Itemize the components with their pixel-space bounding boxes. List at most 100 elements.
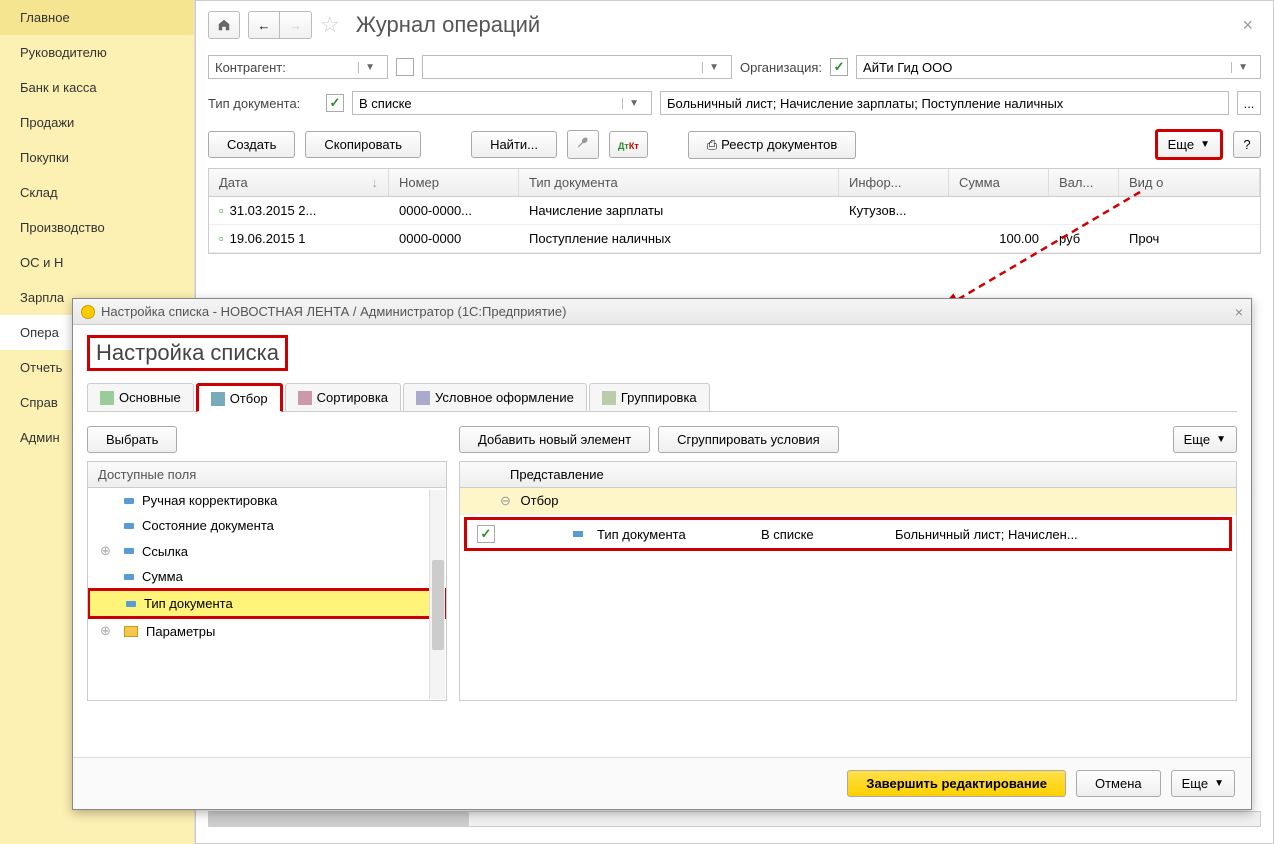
sidebar-item-main[interactable]: Главное [0, 0, 194, 35]
group-conditions-button[interactable]: Сгруппировать условия [658, 426, 839, 453]
col-doctype[interactable]: Тип документа [519, 169, 839, 196]
field-icon [124, 523, 134, 529]
more-button[interactable]: Еще▼ [1155, 129, 1223, 160]
col-date[interactable]: Дата ↓ [209, 169, 389, 196]
page-title: Журнал операций [356, 12, 540, 38]
filter-root-row[interactable]: ⊖ Отбор [460, 488, 1236, 515]
doctype-checkbox[interactable] [326, 94, 344, 112]
toolbar: Создать Скопировать Найти... ДтКт ⎙Реест… [196, 121, 1273, 168]
chevron-down-icon[interactable]: ▼ [358, 62, 381, 73]
dialog-body: Настройка списка Основные Отбор Сортиров… [73, 325, 1251, 711]
col-kind[interactable]: Вид о [1119, 169, 1260, 196]
filter-condition-row[interactable]: Тип документа В списке Больничный лист; … [464, 517, 1232, 551]
create-button[interactable]: Создать [208, 131, 295, 158]
dialog-close-icon[interactable]: × [1235, 304, 1243, 320]
doctype-value-field[interactable]: Больничный лист; Начисление зарплаты; По… [660, 91, 1229, 115]
list-item[interactable]: ⊕Ссылка [88, 538, 446, 564]
close-icon[interactable]: × [1234, 15, 1261, 36]
chevron-down-icon[interactable]: ▼ [622, 98, 645, 109]
cancel-button[interactable]: Отмена [1076, 770, 1161, 797]
help-button[interactable]: ? [1233, 131, 1261, 158]
doctype-label: Тип документа: [208, 96, 318, 111]
home-button[interactable] [208, 11, 240, 39]
filter-row-1: Контрагент: ▼ ▼ Организация: АйТи Гид ОО… [196, 49, 1273, 85]
col-info[interactable]: Инфор... [839, 169, 949, 196]
dtkt-button[interactable]: ДтКт [609, 131, 648, 158]
titlebar: ← → ☆ Журнал операций × [196, 1, 1273, 49]
counterparty-value-field[interactable]: ▼ [422, 55, 732, 79]
org-label: Организация: [740, 60, 822, 75]
sidebar-item-manager[interactable]: Руководителю [0, 35, 194, 70]
list-settings-dialog: Настройка списка - НОВОСТНАЯ ЛЕНТА / Адм… [72, 298, 1252, 810]
tab-main[interactable]: Основные [87, 383, 194, 411]
chevron-down-icon: ▼ [1216, 434, 1226, 445]
representation-header: Представление [500, 462, 614, 487]
col-number[interactable]: Номер [389, 169, 519, 196]
back-button[interactable]: ← [248, 11, 280, 39]
printer-icon: ⎙ [707, 137, 717, 152]
condition-checkbox[interactable] [477, 525, 495, 543]
format-icon [416, 391, 430, 405]
find-button[interactable]: Найти... [471, 131, 557, 158]
wrench-button[interactable] [567, 130, 599, 159]
funnel-icon [211, 392, 225, 406]
registry-button[interactable]: ⎙Реестр документов [688, 131, 857, 159]
sidebar-item-purchases[interactable]: Покупки [0, 140, 194, 175]
list-item-doctype[interactable]: Тип документа [87, 588, 447, 619]
sort-down-icon: ↓ [372, 175, 379, 190]
sidebar-item-bank[interactable]: Банк и касса [0, 70, 194, 105]
sidebar-item-assets[interactable]: ОС и Н [0, 245, 194, 280]
org-checkbox[interactable] [830, 58, 848, 76]
horizontal-scrollbar[interactable] [208, 811, 1261, 827]
list-item[interactable]: Ручная корректировка [88, 488, 446, 513]
chevron-down-icon[interactable]: ▼ [1231, 62, 1254, 73]
list-item[interactable]: Сумма [88, 564, 446, 589]
group-icon [602, 391, 616, 405]
sidebar-item-sales[interactable]: Продажи [0, 105, 194, 140]
favorite-icon[interactable]: ☆ [320, 12, 340, 38]
expand-icon[interactable]: ⊕ [100, 543, 112, 559]
table-row[interactable]: ▫19.06.2015 1 0000-0000 Поступление нали… [209, 225, 1260, 253]
col-sum[interactable]: Сумма [949, 169, 1049, 196]
field-icon [124, 548, 134, 554]
org-field[interactable]: АйТи Гид ООО ▼ [856, 55, 1261, 79]
counterparty-field[interactable]: Контрагент: ▼ [208, 55, 388, 79]
field-icon [124, 574, 134, 580]
doctype-ellipsis-button[interactable]: ... [1237, 91, 1261, 115]
tab-sort[interactable]: Сортировка [285, 383, 401, 411]
condition-field: Тип документа [597, 527, 747, 542]
choose-button[interactable]: Выбрать [87, 426, 177, 453]
condition-mode: В списке [761, 527, 881, 542]
chevron-down-icon: ▼ [1200, 139, 1210, 150]
doc-icon: ▫ [219, 231, 224, 246]
copy-button[interactable]: Скопировать [305, 131, 421, 158]
expand-icon[interactable]: ⊕ [100, 623, 112, 639]
dialog-footer: Завершить редактирование Отмена Еще▼ [73, 757, 1251, 809]
data-table: Дата ↓ Номер Тип документа Инфор... Сумм… [208, 168, 1261, 254]
table-row[interactable]: ▫31.03.2015 2... 0000-0000... Начисление… [209, 197, 1260, 225]
counterparty-checkbox[interactable] [396, 58, 414, 76]
field-icon [573, 531, 583, 537]
list-item[interactable]: ⊕Параметры [88, 618, 446, 644]
add-element-button[interactable]: Добавить новый элемент [459, 426, 650, 453]
right-more-button[interactable]: Еще▼ [1173, 426, 1237, 453]
list-item[interactable]: Состояние документа [88, 513, 446, 538]
sort-icon [298, 391, 312, 405]
vertical-scrollbar[interactable] [429, 490, 445, 699]
finish-editing-button[interactable]: Завершить редактирование [847, 770, 1066, 797]
sidebar-item-warehouse[interactable]: Склад [0, 175, 194, 210]
tab-conditional[interactable]: Условное оформление [403, 383, 587, 411]
table-header: Дата ↓ Номер Тип документа Инфор... Сумм… [209, 169, 1260, 197]
tab-filter[interactable]: Отбор [196, 383, 283, 412]
app-1c-icon [81, 305, 95, 319]
dialog-tabs: Основные Отбор Сортировка Условное оформ… [87, 383, 1237, 412]
doctype-mode-field[interactable]: В списке ▼ [352, 91, 652, 115]
left-panel: Выбрать Доступные поля Ручная корректиро… [87, 426, 447, 701]
chevron-down-icon[interactable]: ▼ [702, 62, 725, 73]
col-currency[interactable]: Вал... [1049, 169, 1119, 196]
tab-grouping[interactable]: Группировка [589, 383, 710, 411]
collapse-icon[interactable]: ⊖ [500, 493, 511, 508]
footer-more-button[interactable]: Еще▼ [1171, 770, 1235, 797]
forward-button[interactable]: → [280, 11, 312, 39]
sidebar-item-production[interactable]: Производство [0, 210, 194, 245]
